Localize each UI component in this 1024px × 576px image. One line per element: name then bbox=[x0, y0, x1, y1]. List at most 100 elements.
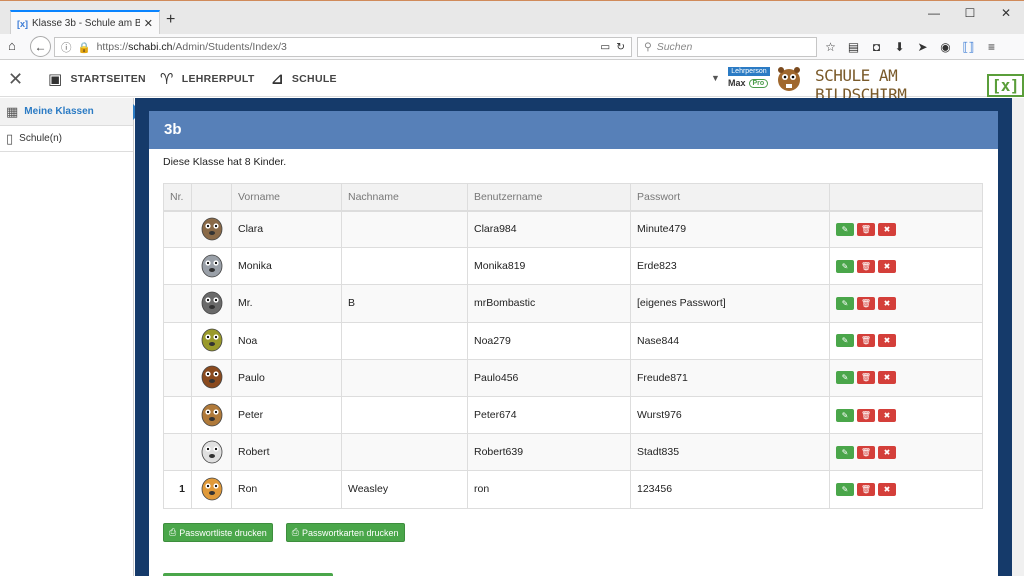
sync-icon[interactable]: ◉ bbox=[937, 38, 954, 55]
desk-lamp-icon: ♈ bbox=[160, 71, 174, 88]
extension-icon[interactable]: ⟦⟧ bbox=[960, 38, 977, 55]
home-icon[interactable]: ⌂ bbox=[8, 38, 16, 53]
close-window-icon[interactable]: ✕ bbox=[988, 1, 1024, 25]
col-avatar bbox=[191, 183, 232, 212]
table-row: Paulo Paulo456 Freude871 ✎ 🗑 ✖ bbox=[163, 358, 983, 397]
beaver-avatar-icon[interactable] bbox=[776, 64, 802, 92]
remove-icon[interactable]: ✖ bbox=[878, 445, 896, 459]
col-vorname[interactable]: Vorname bbox=[231, 183, 342, 212]
close-tab-icon[interactable]: ✕ bbox=[144, 17, 153, 30]
table-row: Noa Noa279 Nase844 ✎ 🗑 ✖ bbox=[163, 321, 983, 360]
trash-icon[interactable]: 🗑 bbox=[857, 445, 875, 459]
col-benutzername[interactable]: Benutzername bbox=[467, 183, 631, 212]
row-benutzername: Clara984 bbox=[467, 209, 631, 249]
print-password-cards-button[interactable]: ⎙ Passwortkarten drucken bbox=[285, 523, 405, 542]
row-vorname: Clara bbox=[231, 209, 342, 249]
sidebar-item-meine-klassen[interactable]: ▦ Meine Klassen bbox=[0, 98, 141, 126]
edit-icon[interactable]: ✎ bbox=[836, 222, 854, 236]
trash-icon[interactable]: 🗑 bbox=[857, 259, 875, 273]
reload-icon[interactable]: ↻ bbox=[616, 41, 625, 53]
info-icon[interactable]: ⓘ bbox=[61, 40, 72, 55]
students-table: Nr. Vorname Nachname Benutzername Passwo… bbox=[163, 183, 983, 509]
reader-view-icon[interactable]: ▭ bbox=[600, 41, 610, 53]
edit-icon[interactable]: ✎ bbox=[836, 408, 854, 422]
browser-tab[interactable]: [x] Klasse 3b - Schule am Bildsc ✕ bbox=[10, 10, 160, 35]
menu-startseiten[interactable]: ▣ STARTSEITEN bbox=[48, 70, 146, 88]
row-nachname bbox=[341, 433, 468, 472]
edit-icon[interactable]: ✎ bbox=[836, 334, 854, 348]
close-menu-icon[interactable]: ✕ bbox=[8, 69, 23, 90]
remove-icon[interactable]: ✖ bbox=[878, 482, 896, 496]
col-passwort[interactable]: Passwort bbox=[630, 183, 830, 212]
remove-icon[interactable]: ✖ bbox=[878, 408, 896, 422]
table-header: Nr. Vorname Nachname Benutzername Passwo… bbox=[163, 183, 983, 212]
remove-icon[interactable]: ✖ bbox=[878, 296, 896, 310]
row-nachname bbox=[341, 321, 468, 360]
row-vorname: Mr. bbox=[231, 284, 342, 323]
book-icon: ▯ bbox=[6, 130, 14, 146]
row-passwort: Stadt835 bbox=[630, 433, 830, 472]
edit-icon[interactable]: ✎ bbox=[836, 296, 854, 310]
remove-icon[interactable]: ✖ bbox=[878, 259, 896, 273]
library-icon[interactable]: ▤ bbox=[845, 38, 862, 55]
row-nachname bbox=[341, 209, 468, 249]
menu-icon[interactable]: ≡ bbox=[983, 38, 1000, 55]
edit-icon[interactable]: ✎ bbox=[836, 371, 854, 385]
trash-icon[interactable]: 🗑 bbox=[857, 296, 875, 310]
pro-badge: Pro bbox=[748, 78, 769, 88]
student-avatar bbox=[191, 395, 232, 435]
col-nr[interactable]: Nr. bbox=[163, 183, 192, 212]
row-nr bbox=[163, 209, 192, 249]
row-actions: ✎ 🗑 ✖ bbox=[829, 209, 983, 249]
row-nr bbox=[163, 247, 192, 286]
class-info: Diese Klasse hat 8 Kinder. bbox=[163, 156, 287, 168]
bulldog-avatar-icon bbox=[201, 291, 222, 315]
edit-icon[interactable]: ✎ bbox=[836, 445, 854, 459]
row-nr bbox=[163, 321, 192, 360]
trash-icon[interactable]: 🗑 bbox=[857, 371, 875, 385]
sidebar-item-schulen[interactable]: ▯ Schule(n) bbox=[0, 126, 133, 152]
col-nachname[interactable]: Nachname bbox=[341, 183, 468, 212]
edit-icon[interactable]: ✎ bbox=[836, 259, 854, 273]
back-icon[interactable]: ← bbox=[30, 36, 51, 57]
new-tab-icon[interactable]: + bbox=[166, 11, 175, 29]
send-icon[interactable]: ➤ bbox=[914, 38, 931, 55]
trash-icon[interactable]: 🗑 bbox=[857, 408, 875, 422]
trash-icon[interactable]: 🗑 bbox=[857, 334, 875, 348]
minimize-icon[interactable]: — bbox=[916, 1, 952, 25]
browser-titlebar: [x] Klasse 3b - Schule am Bildsc ✕ + — ☐… bbox=[0, 0, 1024, 35]
row-passwort: Erde823 bbox=[630, 247, 830, 286]
printer-icon: ⎙ bbox=[169, 527, 177, 537]
bookmark-star-icon[interactable]: ☆ bbox=[822, 38, 839, 55]
trash-icon[interactable]: 🗑 bbox=[857, 222, 875, 236]
user-info[interactable]: Lehrperson Max Pro bbox=[728, 67, 770, 88]
row-passwort: Nase844 bbox=[630, 321, 830, 360]
row-passwort: Wurst976 bbox=[630, 395, 830, 435]
edit-icon[interactable]: ✎ bbox=[836, 482, 854, 496]
download-icon[interactable]: ⬇ bbox=[891, 38, 908, 55]
row-actions: ✎ 🗑 ✖ bbox=[829, 470, 983, 509]
row-passwort: Minute479 bbox=[630, 209, 830, 249]
favicon: [x] bbox=[17, 18, 28, 29]
row-vorname: Robert bbox=[231, 433, 342, 472]
user-dropdown-icon[interactable]: ▼ bbox=[711, 73, 720, 83]
col-actions bbox=[829, 183, 983, 212]
menu-schule[interactable]: ⊿ SCHULE bbox=[271, 70, 337, 88]
row-nachname bbox=[341, 247, 468, 286]
student-avatar bbox=[191, 209, 232, 249]
row-nr: 1 bbox=[163, 470, 192, 509]
trash-icon[interactable]: 🗑 bbox=[857, 482, 875, 496]
maximize-icon[interactable]: ☐ bbox=[952, 1, 988, 25]
remove-icon[interactable]: ✖ bbox=[878, 334, 896, 348]
search-input[interactable]: ⚲ Suchen bbox=[637, 37, 817, 57]
page-scrollbar[interactable] bbox=[1012, 98, 1024, 576]
row-benutzername: Paulo456 bbox=[467, 358, 631, 397]
menu-lehrerpult[interactable]: ♈ LEHRERPULT bbox=[160, 70, 255, 88]
table-row: 1 Ron Weasley ron 123456 ✎ 🗑 ✖ bbox=[163, 470, 983, 509]
url-bar[interactable]: ⓘ 🔒 https://schabi.ch/Admin/Students/Ind… bbox=[54, 37, 632, 57]
pocket-icon[interactable]: ◘ bbox=[868, 38, 885, 55]
student-avatar bbox=[191, 247, 232, 286]
remove-icon[interactable]: ✖ bbox=[878, 371, 896, 385]
remove-icon[interactable]: ✖ bbox=[878, 222, 896, 236]
print-password-list-button[interactable]: ⎙ Passwortliste drucken bbox=[163, 523, 273, 542]
